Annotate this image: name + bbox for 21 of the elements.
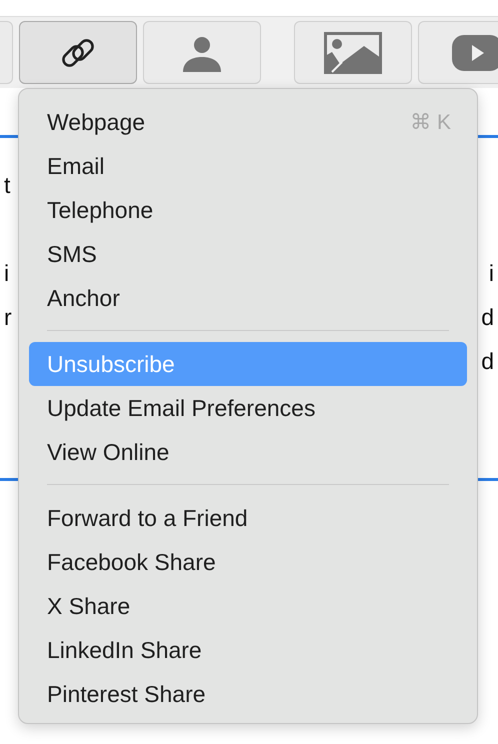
body-text: d (481, 348, 494, 374)
body-text: i (4, 260, 10, 286)
toolbar-button[interactable] (19, 21, 137, 84)
menu-item[interactable]: Pinterest Share (29, 672, 467, 716)
play-icon (452, 32, 498, 72)
menu-item[interactable]: SMS (29, 232, 467, 276)
menu-item[interactable]: Update Email Preferences (29, 386, 467, 430)
menu-item[interactable]: Email (29, 144, 467, 188)
menu-item[interactable]: Telephone (29, 188, 467, 232)
body-text: d (481, 304, 494, 330)
menu-item[interactable]: X Share (29, 584, 467, 628)
menu-item[interactable]: Webpage ⌘ K (29, 100, 467, 144)
menu-item[interactable]: Forward to a Friend (29, 496, 467, 540)
menu-item[interactable]: Facebook Share (29, 540, 467, 584)
image-icon (324, 32, 382, 74)
menu-item[interactable]: View Online (29, 430, 467, 474)
body-text: i (488, 260, 494, 286)
menu-item[interactable]: Anchor (29, 276, 467, 320)
body-text: r (4, 304, 12, 330)
menu-item[interactable]: LinkedIn Share (29, 628, 467, 672)
body-text: t (4, 172, 10, 198)
